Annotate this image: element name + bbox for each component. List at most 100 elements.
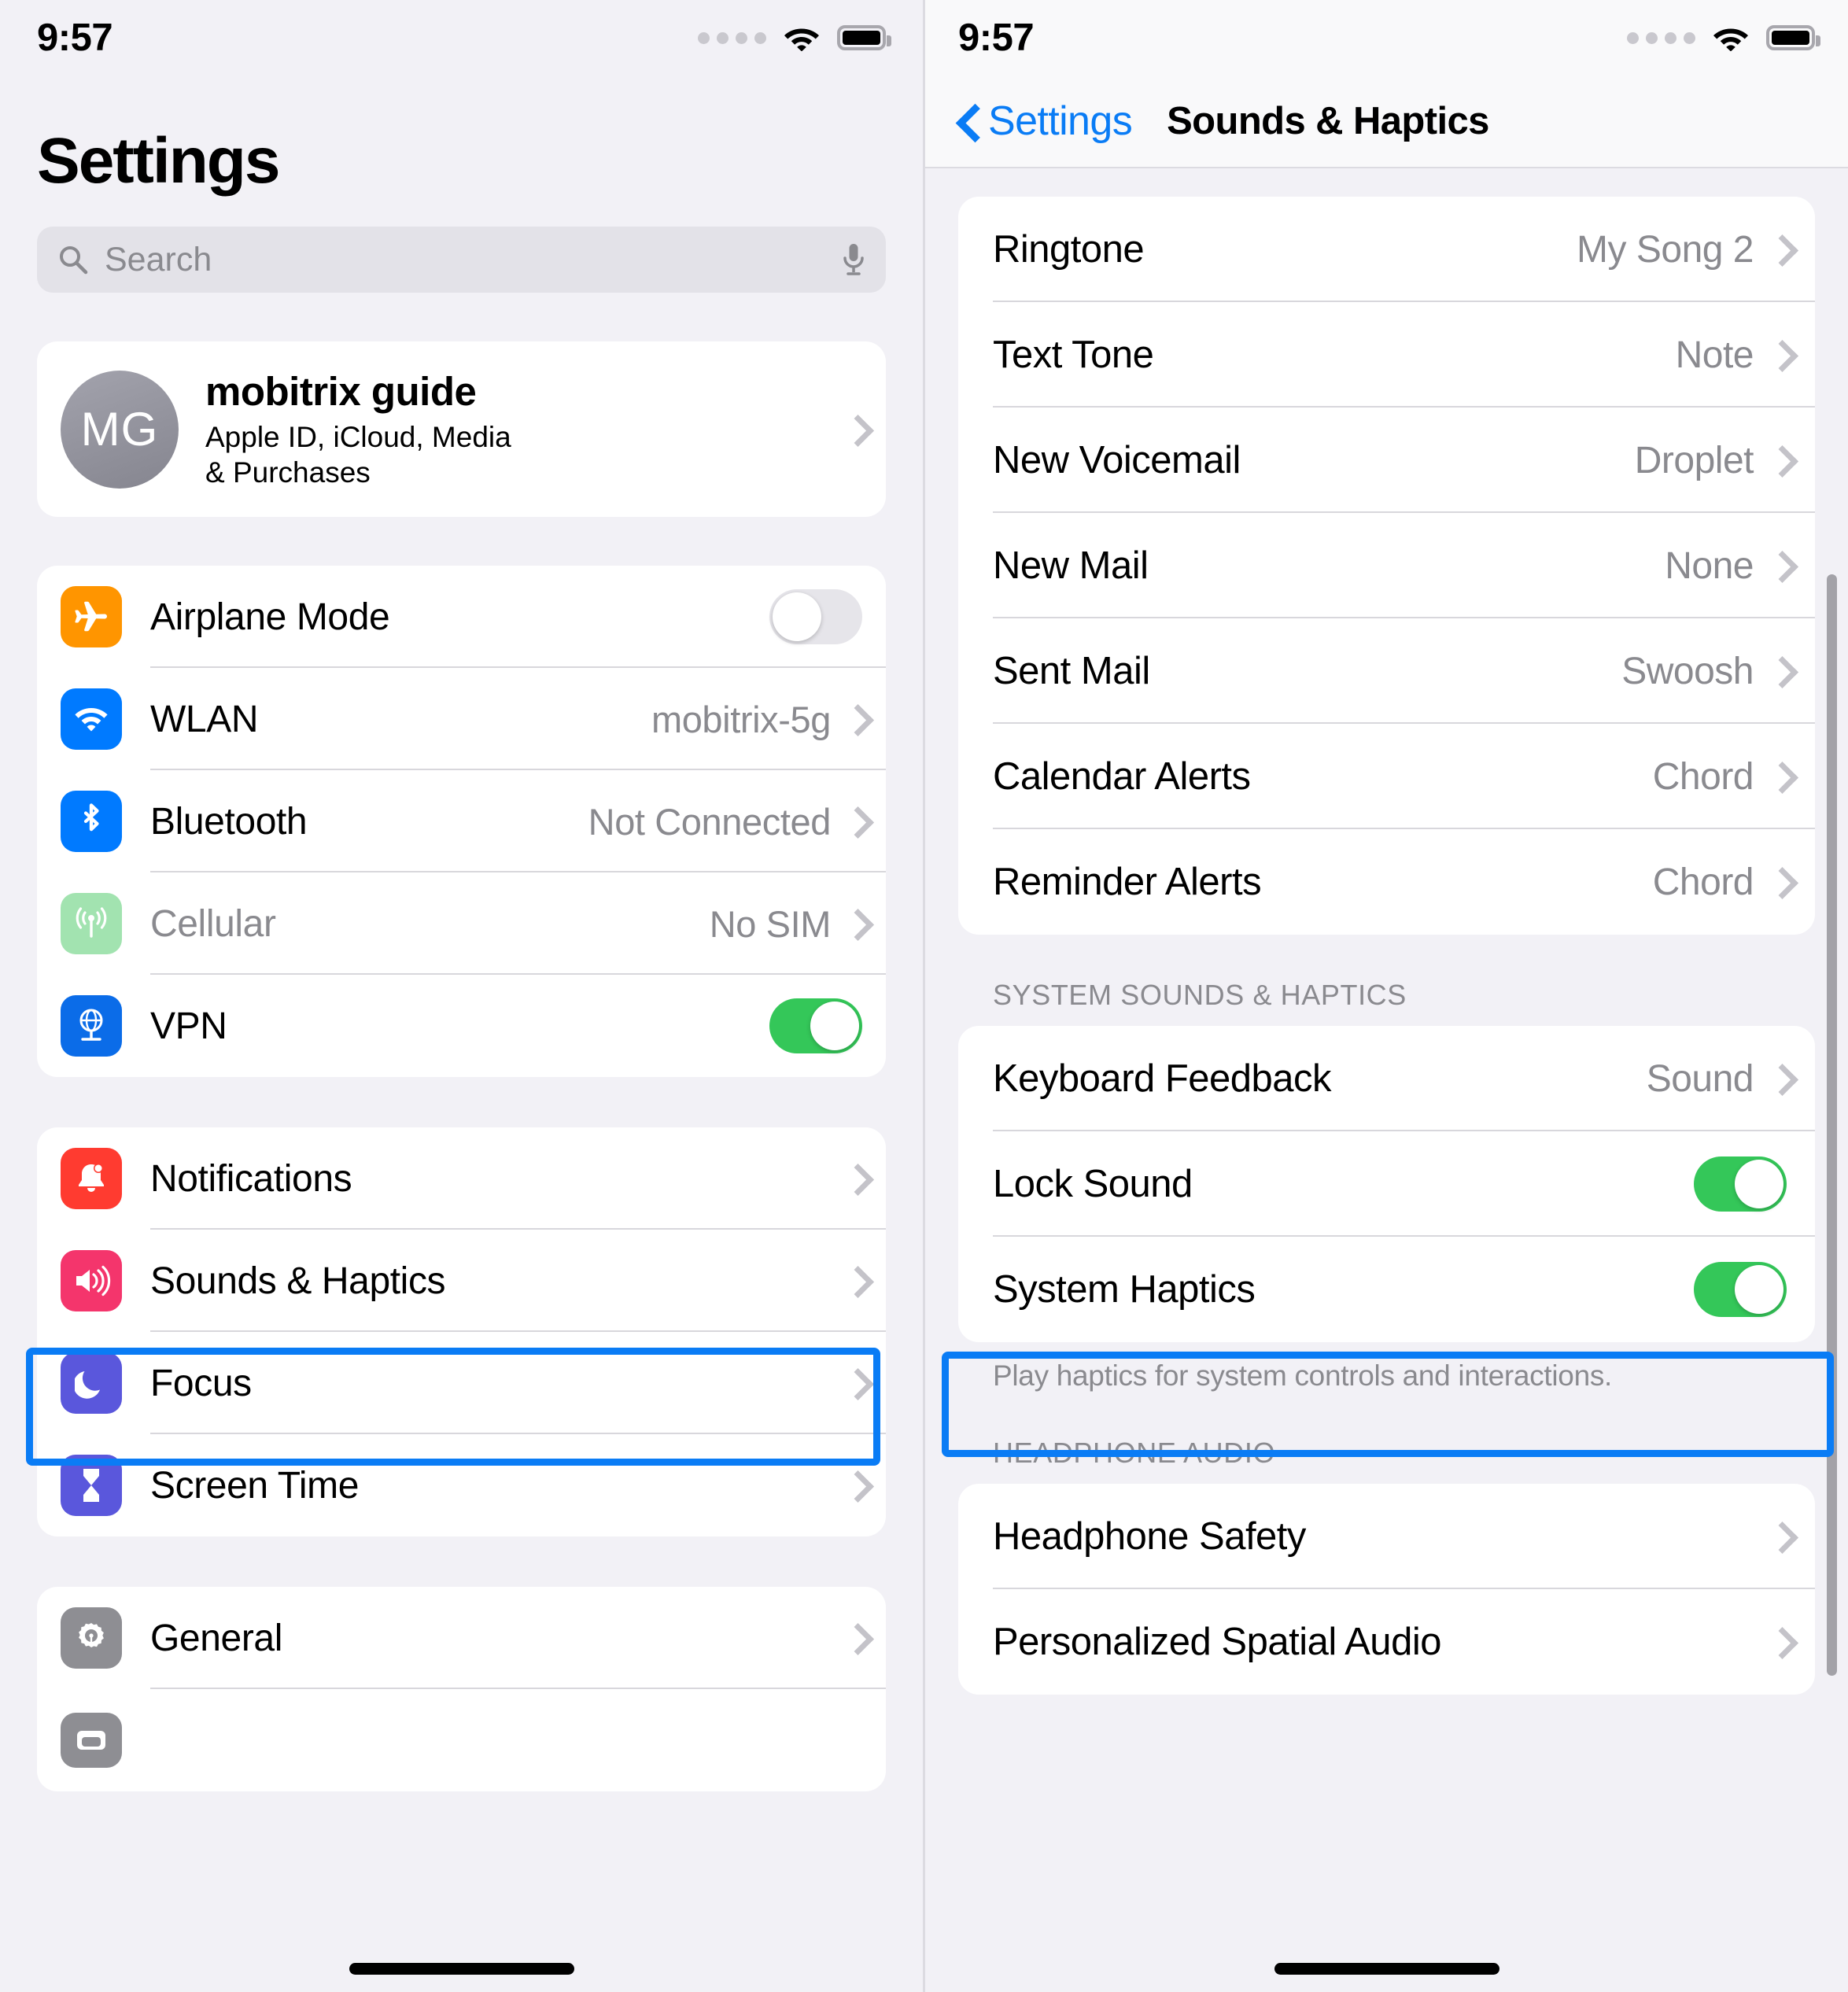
wlan-value: mobitrix-5g	[651, 698, 831, 740]
system-haptics-toggle[interactable]	[1694, 1262, 1787, 1317]
search-placeholder: Search	[105, 240, 212, 279]
chevron-right-icon	[1771, 1065, 1787, 1092]
row-system-haptics[interactable]: System Haptics	[958, 1237, 1815, 1342]
chevron-right-icon	[1771, 552, 1787, 579]
cellular-antenna-icon	[61, 893, 122, 955]
battery-full-icon	[1766, 25, 1820, 50]
scrollbar[interactable]	[1827, 574, 1837, 1676]
apple-id-text: mobitrix guide Apple ID, iCloud, Media &…	[205, 368, 820, 490]
screen-time-body: Screen Time	[150, 1434, 886, 1536]
chevron-right-icon	[847, 1267, 862, 1294]
row-sent-mail[interactable]: Sent Mail Swoosh	[958, 618, 1815, 724]
sidebar-item-vpn[interactable]: VPN	[37, 975, 886, 1077]
bluetooth-icon	[61, 791, 122, 853]
hourglass-icon	[61, 1455, 122, 1517]
avatar: MG	[61, 370, 179, 489]
bell-icon	[61, 1148, 122, 1210]
cellular-body: Cellular No SIM	[150, 872, 886, 976]
apple-id-name: mobitrix guide	[205, 369, 477, 414]
battery-full-icon	[837, 25, 891, 50]
row-label: New Voicemail	[993, 439, 1241, 481]
system-group: Notifications Sounds & Haptics Focus Scr…	[37, 1127, 886, 1537]
airplane-mode-toggle[interactable]	[769, 589, 862, 645]
settings-content: Settings Search MG mobitrix guide Apple …	[0, 124, 923, 1792]
chevron-right-icon	[847, 1165, 862, 1192]
microphone-icon[interactable]	[842, 242, 865, 277]
chevron-right-icon	[1771, 1523, 1787, 1550]
chevron-right-icon	[847, 416, 862, 443]
sidebar-item-wlan[interactable]: WLAN mobitrix-5g	[37, 668, 886, 771]
sidebar-item-bluetooth[interactable]: Bluetooth Not Connected	[37, 770, 886, 873]
row-text-tone[interactable]: Text Tone Note	[958, 302, 1815, 408]
general-group: General	[37, 1587, 886, 1792]
sounds-content: Ringtone My Song 2 Text Tone Note New Vo…	[925, 168, 1848, 1695]
tones-group: Ringtone My Song 2 Text Tone Note New Vo…	[958, 197, 1815, 935]
lock-sound-toggle[interactable]	[1694, 1156, 1787, 1212]
row-new-mail[interactable]: New Mail None	[958, 513, 1815, 618]
row-value: Chord	[1652, 755, 1754, 798]
navigation-bar: Settings Sounds & Haptics	[925, 76, 1848, 168]
airplane-icon	[61, 586, 122, 648]
chevron-right-icon	[847, 910, 862, 937]
row-value: My Song 2	[1577, 228, 1754, 271]
row-label: Headphone Safety	[993, 1515, 1306, 1558]
general-body: General	[150, 1587, 886, 1690]
sidebar-item-screen-time[interactable]: Screen Time	[37, 1434, 886, 1536]
row-reminder-alerts[interactable]: Reminder Alerts Chord	[958, 829, 1815, 935]
row-label: System Haptics	[993, 1268, 1256, 1311]
row-calendar-alerts[interactable]: Calendar Alerts Chord	[958, 724, 1815, 829]
row-value: Chord	[1652, 861, 1754, 903]
sidebar-item-general[interactable]: General	[37, 1587, 886, 1690]
row-value: None	[1665, 544, 1754, 587]
chevron-right-icon	[847, 706, 862, 732]
focus-body: Focus	[150, 1332, 886, 1435]
back-button[interactable]: Settings	[958, 98, 1133, 145]
sidebar-item-notifications[interactable]: Notifications	[37, 1127, 886, 1230]
sidebar-item-sounds-haptics[interactable]: Sounds & Haptics	[37, 1230, 886, 1333]
status-bar-time: 9:57	[958, 17, 1035, 59]
headphone-audio-group: Headphone Safety Personalized Spatial Au…	[958, 1484, 1815, 1695]
chevron-right-icon	[1771, 1629, 1787, 1655]
control-center-body	[150, 1689, 886, 1791]
sidebar-item-focus[interactable]: Focus	[37, 1332, 886, 1435]
chevron-right-icon	[1771, 341, 1787, 368]
settings-home-screen: 9:57 Settings Search MG mobitrix guide A…	[0, 0, 923, 1992]
apple-id-row[interactable]: MG mobitrix guide Apple ID, iCloud, Medi…	[37, 341, 886, 517]
status-bar-indicators	[698, 24, 891, 51]
notifications-body: Notifications	[150, 1127, 886, 1230]
sidebar-item-cellular[interactable]: Cellular No SIM	[37, 872, 886, 976]
status-bar-right: 9:57	[925, 0, 1848, 76]
row-label: Personalized Spatial Audio	[993, 1621, 1441, 1663]
row-lock-sound[interactable]: Lock Sound	[958, 1131, 1815, 1237]
row-new-voicemail[interactable]: New Voicemail Droplet	[958, 408, 1815, 513]
sidebar-item-label: WLAN	[150, 698, 259, 740]
row-label: Keyboard Feedback	[993, 1057, 1332, 1100]
back-button-label: Settings	[988, 98, 1133, 144]
row-headphone-safety[interactable]: Headphone Safety	[958, 1484, 1815, 1589]
vpn-toggle[interactable]	[769, 998, 862, 1054]
row-keyboard-feedback[interactable]: Keyboard Feedback Sound	[958, 1026, 1815, 1131]
sidebar-item-label: Screen Time	[150, 1464, 360, 1507]
row-ringtone[interactable]: Ringtone My Song 2	[958, 197, 1815, 302]
wifi-icon	[1713, 28, 1748, 51]
sidebar-item-control-center-partial[interactable]	[37, 1689, 886, 1791]
row-value: Swoosh	[1621, 650, 1754, 692]
wlan-body: WLAN mobitrix-5g	[150, 668, 886, 771]
vpn-body: VPN	[150, 975, 886, 1077]
sidebar-item-label: Sounds & Haptics	[150, 1260, 446, 1302]
status-bar-indicators	[1627, 24, 1820, 51]
wifi-icon	[784, 28, 819, 51]
cellular-dots-icon	[1627, 31, 1695, 44]
section-footer-system-haptics: Play haptics for system controls and int…	[993, 1359, 1613, 1392]
wifi-icon	[61, 688, 122, 751]
chevron-right-icon	[847, 1472, 862, 1499]
row-personalized-spatial-audio[interactable]: Personalized Spatial Audio	[958, 1589, 1815, 1695]
sidebar-item-airplane-mode[interactable]: Airplane Mode	[37, 566, 886, 669]
apple-id-card[interactable]: MG mobitrix guide Apple ID, iCloud, Medi…	[37, 341, 886, 518]
dual-screenshot-container: 9:57 Settings Search MG mobitrix guide A…	[0, 0, 1848, 1992]
speaker-waves-icon	[61, 1250, 122, 1312]
row-label: Lock Sound	[993, 1163, 1193, 1205]
chevron-right-icon	[1771, 763, 1787, 790]
search-input[interactable]: Search	[37, 227, 886, 293]
row-value: Droplet	[1634, 439, 1754, 481]
